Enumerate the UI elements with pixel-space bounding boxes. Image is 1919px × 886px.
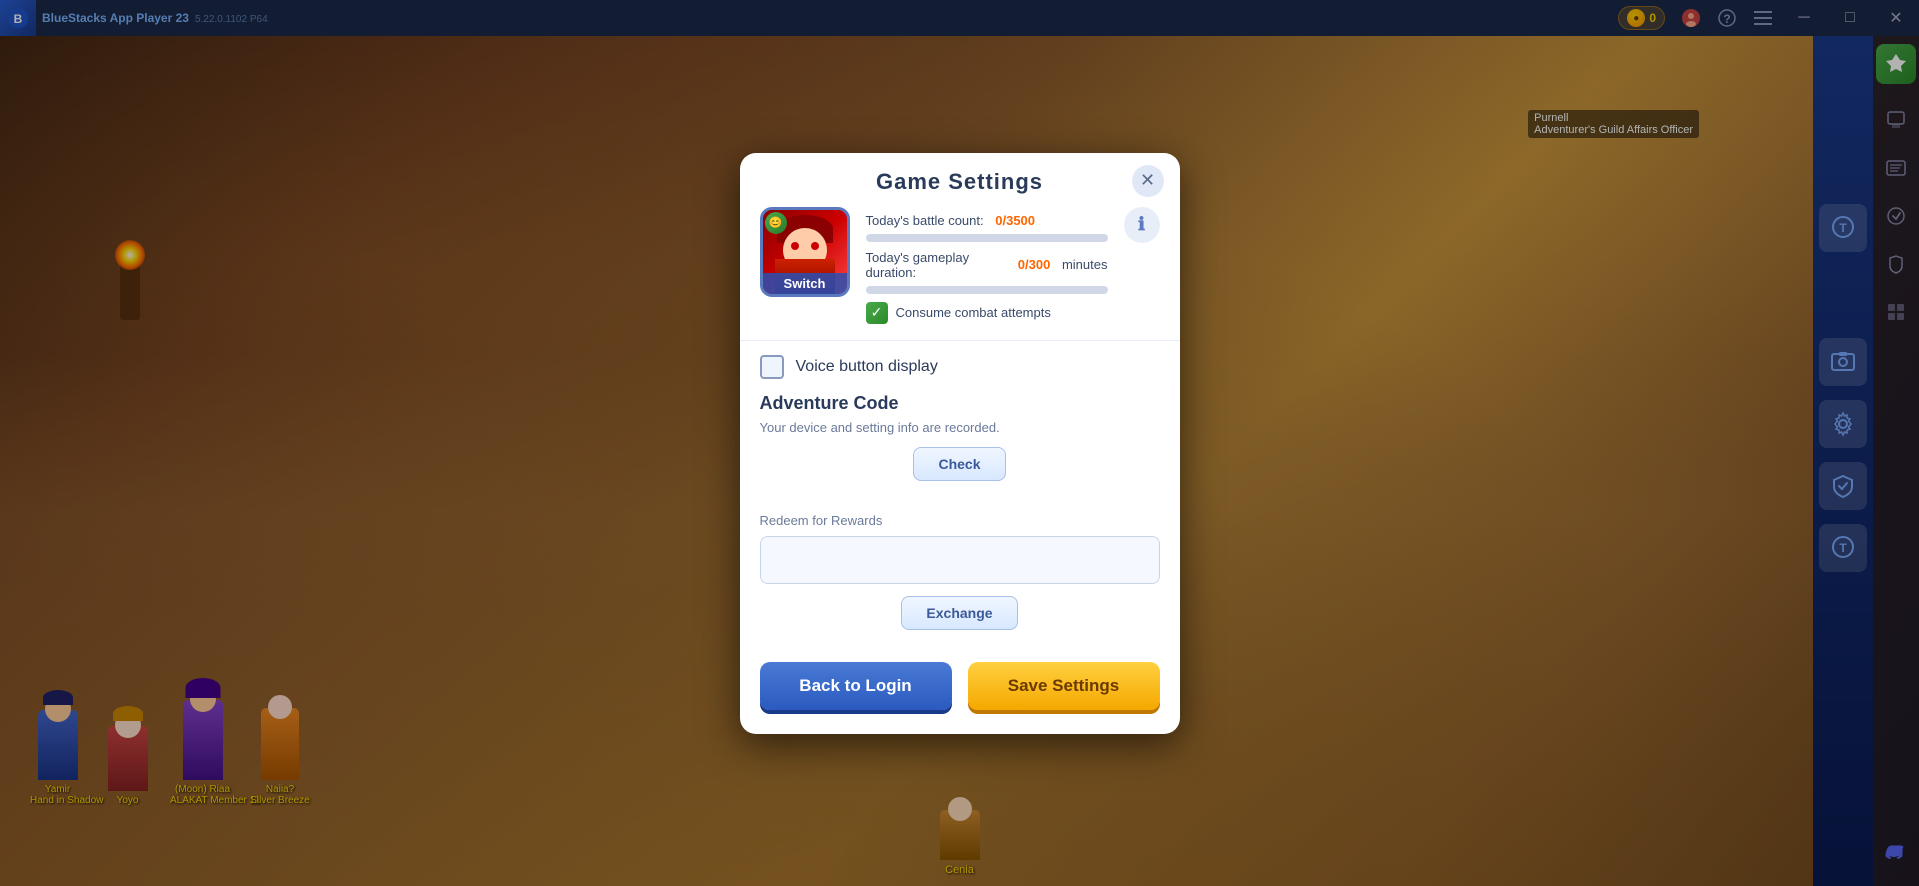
adventure-code-desc: Your device and setting info are recorde… [760,420,1160,435]
redeem-label: Redeem for Rewards [760,513,1160,528]
consume-combat-row: ✓ Consume combat attempts [866,302,1108,324]
gameplay-duration-row: Today's gameplay duration: 0/300 minutes [866,250,1108,280]
modal-close-button[interactable]: ✕ [1132,165,1164,197]
exchange-button[interactable]: Exchange [901,596,1017,630]
gameplay-duration-label: Today's gameplay duration: [866,250,1007,280]
back-to-login-button[interactable]: Back to Login [760,662,952,710]
modal-title: Game Settings [760,169,1160,195]
consume-combat-label: Consume combat attempts [896,305,1051,320]
battle-count-value: 0/3500 [995,213,1035,228]
gameplay-duration-bar [866,286,1108,294]
modal-top-section: 😊 Switch Today's battle count: 0/3500 To… [740,207,1180,341]
gameplay-duration-unit: minutes [1062,257,1108,272]
avatar-container: 😊 Switch [760,207,850,297]
adventure-code-title: Adventure Code [760,393,1160,414]
consume-check-icon: ✓ [866,302,888,324]
modal-header: Game Settings ✕ [740,153,1180,207]
voice-checkbox[interactable] [760,355,784,379]
info-button[interactable]: ℹ [1124,207,1160,243]
voice-section: Voice button display [740,341,1180,393]
modal-footer: Back to Login Save Settings [740,646,1180,710]
voice-label: Voice button display [796,358,938,376]
avatar-badge-icon: 😊 [765,212,787,234]
redeem-section: Redeem for Rewards Exchange [740,513,1180,646]
check-button[interactable]: Check [913,447,1005,481]
avatar-eye-left [791,242,799,250]
modal-overlay: Game Settings ✕ [0,0,1919,886]
battle-count-label: Today's battle count: [866,213,984,228]
game-settings-modal: Game Settings ✕ [740,153,1180,734]
avatar-eye-right [811,242,819,250]
stats-area: Today's battle count: 0/3500 Today's gam… [866,207,1108,324]
redeem-input[interactable] [760,536,1160,584]
battle-count-bar [866,234,1108,242]
gameplay-duration-value: 0/300 [1018,257,1051,272]
save-settings-button[interactable]: Save Settings [968,662,1160,710]
battle-count-row: Today's battle count: 0/3500 [866,213,1108,228]
adventure-code-section: Adventure Code Your device and setting i… [740,393,1180,513]
avatar-label: Switch [763,273,847,294]
